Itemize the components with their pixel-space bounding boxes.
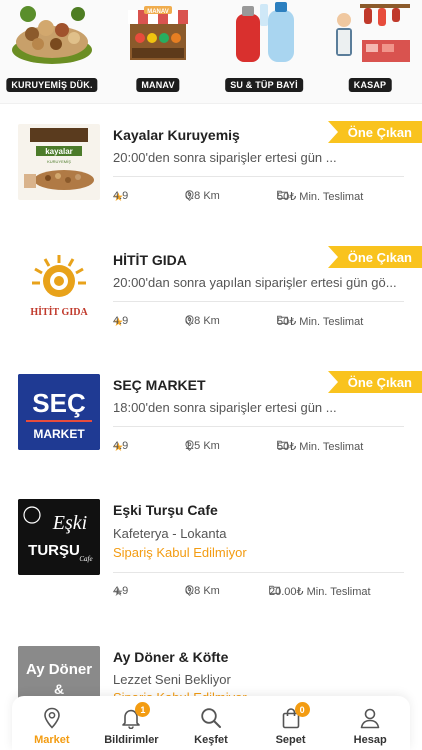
category-kuruyemis[interactable]: KURUYEMİŞ DÜK. — [4, 0, 100, 104]
category-label: SU & TÜP BAYİ — [225, 78, 303, 92]
divider — [113, 176, 404, 177]
divider — [113, 301, 404, 302]
min-delivery: 50₺ Min. Teslimat — [277, 191, 364, 203]
store-meta: ★ 4.9 0.8 Km 20.00₺ Min. Teslimat — [113, 585, 404, 599]
distance: 0.8 Km — [185, 190, 220, 202]
svg-text:Cafe: Cafe — [79, 555, 92, 563]
min-delivery: 50₺ Min. Teslimat — [277, 316, 364, 328]
distance: 1.5 Km — [185, 440, 220, 452]
svg-text:TURŞU: TURŞU — [28, 542, 80, 559]
store-name: HİTİT GIDA — [113, 252, 187, 268]
tab-cart[interactable]: 0 Sepet — [255, 702, 327, 746]
sec-market-logo: SEÇ MARKET — [18, 374, 100, 450]
category-kasap[interactable]: KASAP — [322, 0, 418, 104]
svg-text:MANAV: MANAV — [147, 9, 169, 15]
store-description: 20:00'den sonra siparişler ertesi gün ..… — [113, 150, 337, 165]
category-su-tup[interactable]: SU & TÜP BAYİ — [216, 0, 312, 104]
store-description: 18:00'den sonra siparişler ertesi gün ..… — [113, 400, 337, 415]
rating: 4.9 — [113, 440, 129, 452]
gas-water-icon — [236, 2, 294, 62]
search-icon — [201, 708, 221, 728]
distance: 0.8 Km — [185, 315, 220, 327]
hitit-gida-logo: HİTİT GIDA — [30, 255, 88, 318]
greengrocer-stall-icon: MANAV — [128, 6, 188, 60]
category-strip: KURUYEMİŞ DÜK. MANAV MANAV SU & TÜP BAYİ — [0, 0, 422, 104]
featured-badge: Öne Çıkan — [328, 371, 422, 393]
store-card-eski-tursu[interactable]: Eşki TURŞU Cafe Eşki Turşu Cafe Kafetery… — [0, 495, 422, 605]
store-meta: ★ 4.9 1.5 Km 50₺ Min. Teslimat — [113, 440, 404, 454]
notification-count-badge: 1 — [135, 702, 151, 717]
store-card-sec-market[interactable]: SEÇ MARKET SEÇ MARKET Öne Çıkan 18:00'de… — [0, 370, 422, 470]
min-delivery: 50₺ Min. Teslimat — [277, 441, 364, 453]
category-manav[interactable]: MANAV MANAV — [110, 0, 206, 104]
svg-text:HİTİT GIDA: HİTİT GIDA — [30, 306, 88, 318]
tab-label: Bildirimler — [104, 734, 159, 746]
butcher-icon — [336, 4, 410, 62]
store-description: Kafeterya - Lokanta — [113, 526, 227, 541]
store-description: 20:00'dan sonra yapılan siparişler ertes… — [113, 275, 397, 290]
divider — [113, 572, 404, 573]
featured-badge: Öne Çıkan — [328, 121, 422, 143]
store-card-hitit[interactable]: HİTİT GIDA HİTİT GIDA Öne Çıkan 20:00'da… — [0, 245, 422, 345]
location-pin-icon — [43, 707, 60, 729]
tab-label: Hesap — [353, 734, 387, 746]
svg-text:Eşki: Eşki — [52, 512, 87, 534]
bottom-tab-bar: Market 1 Bildirimler Keşfet 0 Sepet Hesa… — [12, 696, 410, 750]
svg-text:kayalar: kayalar — [45, 147, 73, 156]
tab-account[interactable]: Hesap — [334, 706, 406, 746]
cart-count-badge: 0 — [294, 702, 310, 717]
store-logo: kayalar KURUYEMİŞ — [18, 124, 100, 200]
tab-market[interactable]: Market — [16, 706, 88, 746]
min-delivery: 20.00₺ Min. Teslimat — [269, 586, 371, 598]
tab-label: Keşfet — [194, 734, 228, 746]
store-name: Kayalar Kuruyemiş — [113, 127, 240, 143]
category-label: KASAP — [348, 78, 392, 92]
tab-label: Sepet — [275, 734, 306, 746]
tab-notifications[interactable]: 1 Bildirimler — [95, 702, 167, 746]
store-name: Ay Döner & Köfte — [113, 649, 229, 665]
nuts-basket-icon — [12, 6, 92, 64]
rating: 4.9 — [113, 315, 129, 327]
store-name: Eşki Turşu Cafe — [113, 502, 218, 518]
svg-text:Ay Döner: Ay Döner — [26, 661, 92, 678]
tab-label: Market — [34, 734, 70, 746]
store-name: SEÇ MARKET — [113, 377, 206, 393]
rating: 4.9 — [113, 585, 129, 597]
store-description: Lezzet Seni Bekliyor — [113, 672, 231, 687]
tab-explore[interactable]: Keşfet — [175, 706, 247, 746]
store-logo: HİTİT GIDA — [18, 249, 100, 325]
user-icon — [360, 708, 380, 729]
store-logo: Eşki TURŞU Cafe — [18, 499, 100, 575]
category-label: KURUYEMİŞ DÜK. — [6, 78, 98, 92]
order-status: Sipariş Kabul Edilmiyor — [113, 545, 247, 560]
featured-badge: Öne Çıkan — [328, 246, 422, 268]
eski-tursu-logo: Eşki TURŞU Cafe — [18, 499, 100, 575]
svg-text:MARKET: MARKET — [33, 427, 85, 441]
store-meta: ★ 4.9 0.8 Km 50₺ Min. Teslimat — [113, 315, 404, 329]
store-meta: ★ 4.9 0.8 Km 50₺ Min. Teslimat — [113, 190, 404, 204]
store-card-ay-doner[interactable]: Ay Döner & Ay Döner & Köfte Lezzet Seni … — [0, 642, 422, 722]
store-logo: SEÇ MARKET — [18, 374, 100, 450]
svg-text:KURUYEMİŞ: KURUYEMİŞ — [47, 159, 71, 164]
store-card-kayalar[interactable]: kayalar KURUYEMİŞ Kayalar Kuruyemiş Öne … — [0, 120, 422, 220]
category-label: MANAV — [136, 78, 180, 92]
svg-text:SEÇ: SEÇ — [32, 388, 86, 418]
rating: 4.9 — [113, 190, 129, 202]
svg-text:&: & — [54, 681, 64, 697]
divider — [113, 426, 404, 427]
kayalar-logo: kayalar KURUYEMİŞ — [24, 128, 94, 190]
distance: 0.8 Km — [185, 585, 220, 597]
